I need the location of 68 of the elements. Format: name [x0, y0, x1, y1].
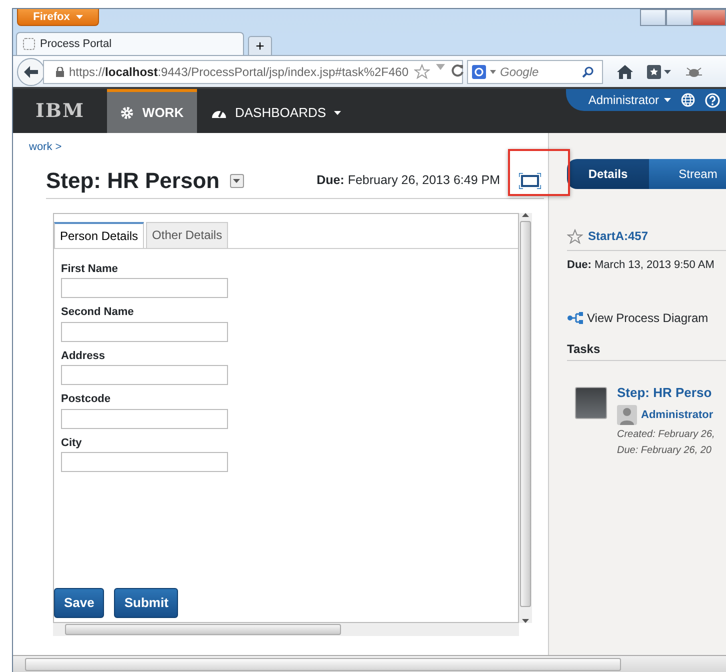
globe-icon[interactable] — [681, 93, 695, 107]
scroll-up-icon — [522, 212, 529, 217]
field-label: Postcode — [61, 392, 112, 408]
breadcrumb-link[interactable]: work > — [29, 139, 62, 156]
address-field[interactable]: https://localhost:9443/ProcessPortal/jsp/index.jsp#task%2F460 — [43, 60, 463, 84]
task-title: Step: HR Person — [46, 168, 220, 194]
dropdown-arrow-icon[interactable] — [436, 64, 445, 70]
dropdown-arrow-icon — [490, 70, 496, 74]
form-tab[interactable]: Other Details — [146, 222, 228, 248]
task-link[interactable]: Step: HR Perso — [617, 382, 715, 402]
section-heading: Tasks — [567, 340, 726, 360]
close-button[interactable] — [692, 9, 726, 26]
ibm-logo: IBM — [34, 98, 86, 124]
field-label: Address — [61, 348, 106, 364]
text-field[interactable] — [61, 408, 228, 429]
help-icon[interactable] — [705, 92, 720, 108]
browser-tab[interactable]: Process Portal — [16, 32, 244, 55]
vertical-scrollbar[interactable] — [519, 212, 532, 623]
task-thumbnail — [575, 386, 607, 418]
form-button[interactable]: Submit — [114, 588, 178, 618]
form-button[interactable]: Save — [54, 588, 104, 618]
reload-icon[interactable] — [450, 64, 464, 77]
star-icon[interactable] — [414, 64, 430, 79]
search-icon — [582, 66, 594, 78]
dropdown-button[interactable] — [230, 174, 244, 188]
bookmarks-icon[interactable] — [647, 64, 671, 78]
form-tab[interactable]: Person Details — [54, 222, 144, 248]
caret-icon — [233, 178, 240, 183]
text-field[interactable] — [61, 365, 228, 386]
caret-icon — [664, 98, 671, 102]
window-scrollbar[interactable] — [13, 655, 726, 672]
created-date: Created: February 26, — [617, 428, 715, 442]
star-icon[interactable] — [567, 228, 583, 244]
horizontal-scrollbar[interactable] — [53, 622, 519, 636]
maximize-button[interactable] — [666, 9, 692, 26]
gear-icon — [120, 106, 134, 120]
instance-name: StartA:457 — [588, 228, 648, 245]
scroll-down-icon — [522, 618, 529, 623]
bug-icon[interactable] — [685, 64, 703, 78]
due-date: Due: March 13, 2013 9:50 AM — [567, 258, 716, 273]
panel-tab[interactable]: Details — [567, 159, 649, 189]
fullscreen-icon[interactable] — [519, 172, 541, 189]
back-button[interactable] — [17, 58, 45, 86]
panel-tab[interactable]: Stream — [649, 159, 726, 189]
text-field[interactable] — [61, 452, 228, 472]
user-avatar-icon — [617, 405, 637, 425]
lock-icon — [56, 66, 64, 76]
text-field[interactable] — [61, 278, 228, 298]
due-date: Due: February 26, 20 — [617, 444, 712, 458]
nav-tab[interactable]: WORK — [107, 89, 197, 133]
field-label: City — [61, 436, 83, 451]
text-field[interactable] — [61, 322, 228, 342]
minimize-button[interactable] — [640, 9, 666, 26]
nav-tab[interactable]: DASHBOARDS — [197, 89, 356, 133]
back-arrow-icon — [24, 66, 38, 78]
diagram-icon — [567, 312, 583, 324]
caret-icon — [76, 15, 83, 19]
new-tab-button[interactable]: + — [248, 36, 272, 55]
due-date: Due: February 26, 2013 6:49 PM — [316, 172, 500, 190]
field-label: Second Name — [61, 305, 135, 320]
page-icon — [23, 38, 35, 50]
search-engine-icon — [472, 64, 486, 78]
highlight-box — [508, 148, 570, 196]
search-box[interactable]: Google — [467, 60, 603, 84]
owner-name: Administrator — [641, 408, 714, 423]
process-diagram-link[interactable]: View Process Diagram — [587, 308, 708, 326]
home-icon[interactable] — [617, 64, 633, 78]
field-label: First Name — [61, 262, 119, 277]
